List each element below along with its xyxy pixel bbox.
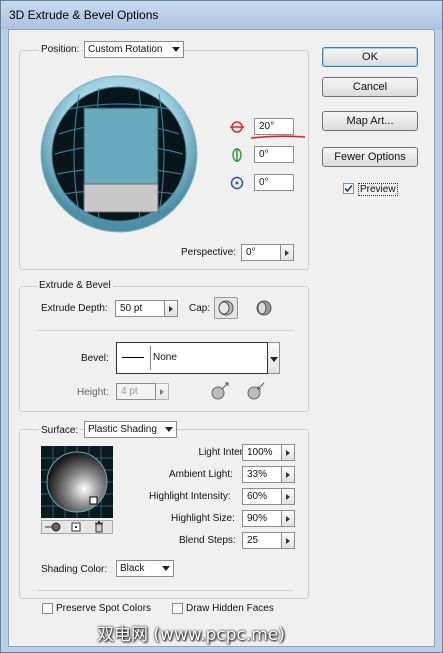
blend-steps-field[interactable]: 25 <box>242 532 282 549</box>
highlight-intensity-label: Highlight Intensity: <box>149 491 231 502</box>
highlight-size-slider-button[interactable] <box>282 510 295 527</box>
cancel-button[interactable]: Cancel <box>322 77 418 97</box>
highlight-intensity-field[interactable]: 60% <box>242 488 282 505</box>
cap-label: Cap: <box>189 303 211 314</box>
bevel-select[interactable]: None <box>116 342 268 374</box>
light-intensity-field[interactable]: 100% <box>242 444 282 461</box>
position-label: Position: <box>39 44 82 55</box>
preview-checkbox[interactable] <box>343 183 354 194</box>
rotate-x-axis-icon <box>229 119 245 135</box>
ambient-light-label: Ambient Light: <box>169 469 233 480</box>
height-field[interactable]: 4 pt <box>116 383 156 400</box>
chevron-right-icon <box>286 494 290 500</box>
chevron-right-icon <box>286 538 290 544</box>
blend-steps-label: Blend Steps: <box>179 535 236 546</box>
rotate-y-field[interactable]: 0° <box>254 146 294 163</box>
rotate-z-axis-icon <box>229 175 245 191</box>
chevron-right-icon <box>286 516 290 522</box>
extrude-separator <box>37 330 293 331</box>
dialog-body: Position: Custom Rotation 20° 0° 0° Pers… <box>8 29 435 647</box>
fewer-options-button[interactable]: Fewer Options <box>322 147 418 167</box>
shading-color-label: Shading Color: <box>41 564 108 575</box>
chevron-down-icon <box>172 47 180 52</box>
rotate-z-field[interactable]: 0° <box>254 174 294 191</box>
trash-icon[interactable] <box>94 521 104 533</box>
title-bar: 3D Extrude & Bevel Options <box>1 1 442 29</box>
cap-on-button[interactable] <box>214 297 238 319</box>
surface-type-select[interactable]: Plastic Shading <box>84 421 177 438</box>
bevel-label: Bevel: <box>81 353 109 364</box>
bevel-separator-line <box>150 346 151 370</box>
chevron-right-icon <box>286 472 290 478</box>
ok-button[interactable]: OK <box>322 47 418 67</box>
highlight-size-field[interactable]: 90% <box>242 510 282 527</box>
light-intensity-slider-button[interactable] <box>282 444 295 461</box>
extrude-depth-field[interactable]: 50 pt <box>115 300 165 317</box>
highlight-intensity-slider-button[interactable] <box>282 488 295 505</box>
annotation-underline <box>250 135 306 139</box>
height-label: Height: <box>77 387 109 398</box>
chevron-right-icon <box>286 450 290 456</box>
ambient-light-field[interactable]: 33% <box>242 466 282 483</box>
watermark-text: 双电网 (www.pcpc.me) <box>97 625 285 645</box>
draw-hidden-faces-checkbox[interactable] <box>172 603 183 614</box>
shading-color-value: Black <box>120 563 145 574</box>
chevron-down-icon <box>162 566 170 571</box>
lighting-sphere-preview[interactable] <box>41 446 113 518</box>
move-light-back-icon[interactable] <box>45 522 61 532</box>
checkmark-icon <box>344 184 353 193</box>
bevel-extent-in-button[interactable] <box>245 380 267 402</box>
rotate-y-axis-icon <box>229 147 245 163</box>
perspective-label: Perspective: <box>181 247 237 258</box>
map-art-button[interactable]: Map Art... <box>322 111 418 131</box>
bevel-value: None <box>153 352 177 363</box>
draw-hidden-faces-label: Draw Hidden Faces <box>186 603 274 614</box>
chevron-down-icon <box>270 357 278 362</box>
extrude-depth-slider-button[interactable] <box>165 300 178 317</box>
surface-type-value: Plastic Shading <box>88 424 157 435</box>
highlight-size-label: Highlight Size: <box>171 513 235 524</box>
rotation-track-cube[interactable] <box>39 74 199 234</box>
new-light-icon[interactable] <box>71 522 81 532</box>
preserve-spot-colors-checkbox[interactable] <box>42 603 53 614</box>
height-slider-button[interactable] <box>156 383 169 400</box>
preview-label: Preview <box>358 183 398 196</box>
surface-separator <box>37 590 293 591</box>
chevron-right-icon <box>160 389 164 395</box>
cap-off-button[interactable] <box>253 297 275 319</box>
bevel-preview-line <box>122 357 144 358</box>
bevel-dropdown-button[interactable] <box>268 342 280 374</box>
extrude-depth-label: Extrude Depth: <box>41 303 108 314</box>
window-title: 3D Extrude & Bevel Options <box>9 8 159 22</box>
perspective-slider-button[interactable] <box>281 244 294 261</box>
bevel-extent-out-button[interactable] <box>209 380 231 402</box>
dialog-window: 3D Extrude & Bevel Options Position: Cus… <box>0 0 443 653</box>
shading-color-select[interactable]: Black <box>116 560 174 577</box>
position-preset-select[interactable]: Custom Rotation <box>84 41 184 58</box>
surface-label: Surface: <box>39 425 81 436</box>
chevron-right-icon <box>285 250 289 256</box>
chevron-down-icon <box>165 427 173 432</box>
perspective-field[interactable]: 0° <box>241 244 281 261</box>
ambient-light-slider-button[interactable] <box>282 466 295 483</box>
chevron-right-icon <box>169 306 173 312</box>
blend-steps-slider-button[interactable] <box>282 532 295 549</box>
preserve-spot-colors-label: Preserve Spot Colors <box>56 603 152 614</box>
extrude-bevel-label: Extrude & Bevel <box>37 280 113 291</box>
position-preset-value: Custom Rotation <box>88 44 163 55</box>
